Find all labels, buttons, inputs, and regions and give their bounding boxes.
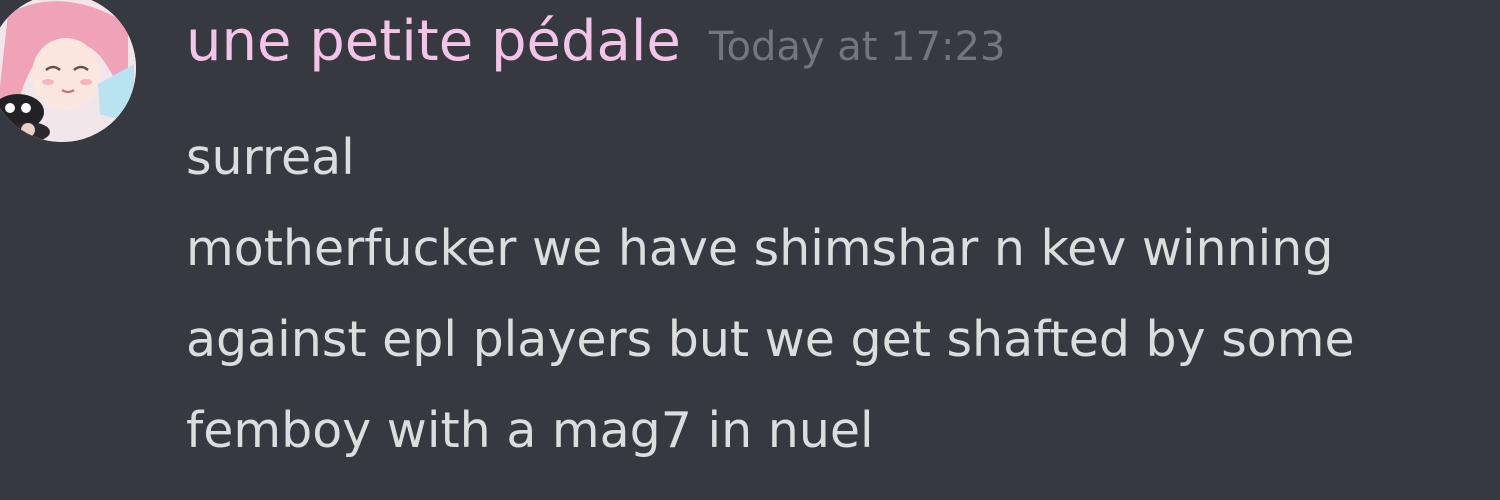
message-line: against epl players but we get shafted b… xyxy=(186,311,1355,368)
message-header: une petite pédale Today at 17:23 xyxy=(186,6,1005,83)
username[interactable]: une petite pédale xyxy=(186,6,681,78)
message-line: motherfucker we have shimshar n kev winn… xyxy=(186,220,1334,277)
timestamp[interactable]: Today at 17:23 xyxy=(709,11,1006,83)
message-content: surreal motherfucker we have shimshar n … xyxy=(186,112,1500,476)
avatar-image xyxy=(0,0,136,142)
chat-message: une petite pédale Today at 17:23 surreal… xyxy=(0,0,1500,500)
avatar[interactable] xyxy=(0,0,136,142)
message-line: femboy with a mag7 in nuel xyxy=(186,402,874,459)
message-line: surreal xyxy=(186,129,355,186)
